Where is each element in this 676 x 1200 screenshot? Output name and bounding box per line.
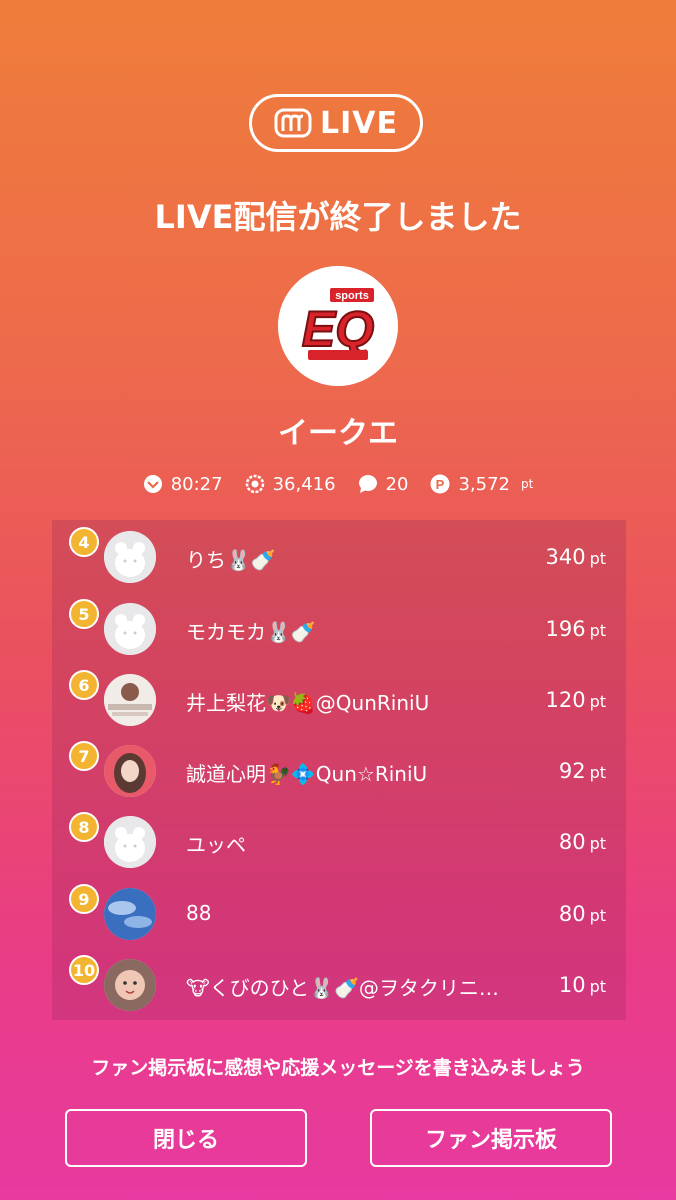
page-title: LIVE配信が終了しました — [154, 198, 522, 236]
stat-duration: 80:27 — [143, 474, 223, 495]
rank-number-badge: 8 — [69, 812, 99, 842]
avatar[interactable] — [104, 745, 156, 797]
channel-avatar[interactable]: sports EQ — [278, 266, 398, 386]
ranking-points-value: 196 — [545, 617, 586, 641]
ranking-username: 井上梨花🐶🍓@QunRiniU — [186, 691, 430, 715]
fan-board-prompt: ファン掲示板に感想や応援メッセージを書き込みましょう — [91, 1057, 585, 1079]
ranking-points: 120 pt — [545, 688, 606, 712]
viewers-icon — [245, 474, 264, 494]
ranking-points: 340 pt — [545, 545, 606, 569]
ranking-username: ユッペ — [186, 833, 246, 857]
default-bear-avatar-icon — [104, 603, 156, 655]
fan-board-button[interactable]: ファン掲示板 — [370, 1109, 612, 1167]
live-badge: LIVE — [249, 94, 423, 152]
ranking-points-unit: pt — [589, 906, 606, 925]
stats-bar: 80:27 36,416 20 P 3,572 pt — [0, 470, 676, 498]
stat-points: P 3,572 pt — [430, 474, 533, 495]
rank-number-badge: 9 — [69, 884, 99, 914]
ranking-row[interactable]: 9 88 80 pt — [52, 884, 626, 944]
m-logo-icon — [274, 108, 312, 138]
ranking-list[interactable]: 4 りち🐰🍼 340 pt 5 モカモカ🐰🍼 196 pt 6 井上梨花🐶🍓@Qun… — [52, 520, 626, 1020]
svg-text:P: P — [436, 477, 445, 492]
ranking-points-unit: pt — [589, 763, 606, 782]
ranking-points-value: 80 — [558, 902, 586, 926]
avatar[interactable] — [104, 531, 156, 583]
ranking-row[interactable]: 7 誠道心明🐓💠Qun☆RiniU 92 pt — [52, 741, 626, 801]
ranking-points-unit: pt — [589, 621, 606, 640]
sky-photo-avatar-icon — [104, 888, 156, 940]
rank-number-badge: 5 — [69, 599, 99, 629]
ranking-points-value: 340 — [545, 545, 586, 569]
ranking-username: モカモカ🐰🍼 — [186, 620, 316, 644]
stat-points-unit: pt — [520, 477, 534, 491]
rank-number-badge: 7 — [69, 741, 99, 771]
avatar[interactable] — [104, 816, 156, 868]
live-badge-label: LIVE — [320, 105, 398, 141]
default-bear-avatar-icon — [104, 531, 156, 583]
rank-number-badge: 6 — [69, 670, 99, 700]
stat-viewers: 36,416 — [245, 474, 336, 495]
ranking-points: 196 pt — [545, 617, 606, 641]
ranking-points: 80 pt — [559, 830, 606, 854]
ranking-row[interactable]: 6 井上梨花🐶🍓@QunRiniU 120 pt — [52, 670, 626, 730]
ranking-row[interactable]: 8 ユッペ 80 pt — [52, 812, 626, 872]
rank-number-badge: 10 — [69, 955, 99, 985]
ranking-row[interactable]: 5 モカモカ🐰🍼 196 pt — [52, 599, 626, 659]
ranking-row[interactable]: 10 🐮くびのひと🐰🍼@ヲタクリニ… 10 pt — [52, 955, 626, 1015]
ranking-points-unit: pt — [589, 692, 606, 711]
channel-name: イークエ — [278, 416, 398, 451]
close-button[interactable]: 閉じる — [65, 1109, 307, 1167]
eq-sports-logo-icon: sports EQ — [278, 266, 398, 386]
ranking-points: 10 pt — [559, 973, 606, 997]
ranking-points: 92 pt — [559, 759, 606, 783]
ranking-username: りち🐰🍼 — [186, 548, 276, 572]
user-photo-avatar-icon — [104, 674, 156, 726]
avatar[interactable] — [104, 603, 156, 655]
ranking-username: 88 — [186, 901, 212, 925]
rank-number-badge: 4 — [69, 527, 99, 557]
avatar[interactable] — [104, 674, 156, 726]
comment-icon — [358, 475, 377, 493]
stat-viewers-value: 36,416 — [272, 473, 336, 495]
ranking-username: 🐮くびのひと🐰🍼@ヲタクリニ… — [186, 976, 499, 1000]
ranking-username: 誠道心明🐓💠Qun☆RiniU — [186, 762, 428, 786]
user-photo-avatar-icon — [104, 745, 156, 797]
stat-duration-value: 80:27 — [170, 473, 223, 495]
ranking-points-value: 80 — [558, 830, 586, 854]
logo-eq-text: EQ — [302, 301, 374, 357]
stat-comments: 20 — [358, 473, 409, 495]
clock-icon — [143, 475, 162, 493]
ranking-points-value: 120 — [545, 688, 586, 712]
points-icon: P — [430, 474, 450, 494]
avatar[interactable] — [104, 959, 156, 1011]
child-photo-avatar-icon — [104, 959, 156, 1011]
avatar[interactable] — [104, 888, 156, 940]
ranking-points-unit: pt — [589, 977, 606, 996]
ranking-points-unit: pt — [589, 549, 606, 568]
default-bear-avatar-icon — [104, 816, 156, 868]
ranking-row[interactable]: 4 りち🐰🍼 340 pt — [52, 527, 626, 587]
ranking-points-unit: pt — [589, 834, 606, 853]
ranking-points: 80 pt — [559, 902, 606, 926]
ranking-points-value: 10 — [558, 973, 586, 997]
ranking-points-value: 92 — [558, 759, 586, 783]
stat-points-value: 3,572 — [458, 473, 510, 495]
stat-comments-value: 20 — [385, 473, 409, 495]
